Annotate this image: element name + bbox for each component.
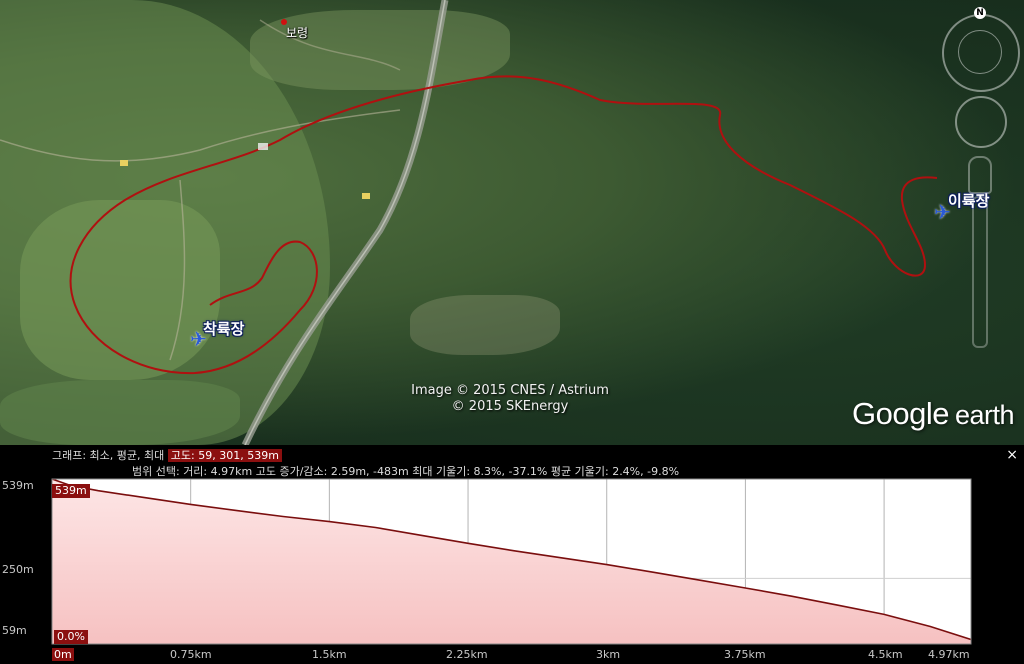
pegman-icon[interactable]: [968, 156, 992, 194]
map-overlay: [0, 0, 938, 445]
imagery-attribution: Image © 2015 CNES / Astrium © 2015 SKEne…: [411, 383, 609, 414]
x-tick-label: 0m: [52, 648, 74, 661]
slope-badge: 0.0%: [54, 630, 88, 644]
zoom-slider[interactable]: [972, 196, 988, 348]
highway-center: [244, 0, 446, 445]
x-tick-label: 3.75km: [724, 648, 766, 661]
elevation-chart[interactable]: [0, 445, 1024, 664]
map-view[interactable]: 보령 ✈ 착륙장 ✈ 이륙장 N Image © 2015 CNES / Ast…: [0, 0, 1024, 445]
look-control[interactable]: [955, 96, 1007, 148]
x-tick-label: 3km: [596, 648, 621, 661]
x-tick-label: 2.25km: [446, 648, 488, 661]
landing-site-label[interactable]: 착륙장: [203, 318, 244, 339]
building: [362, 193, 370, 199]
x-tick-label: 4.5km: [868, 648, 903, 661]
building: [120, 160, 128, 166]
local-road: [0, 109, 401, 162]
compass-inner[interactable]: [958, 30, 1002, 74]
x-tick-label: 1.5km: [312, 648, 347, 661]
building: [258, 143, 268, 150]
google-earth-logo: Google earth: [852, 396, 1015, 431]
x-tick-label: 4.97km: [928, 648, 970, 661]
start-elevation-badge: 539m: [52, 484, 90, 498]
compass-north-label: N: [974, 7, 986, 19]
local-road: [169, 179, 186, 361]
city-label[interactable]: 보령: [286, 24, 308, 41]
local-road: [259, 19, 401, 71]
x-tick-label: 0.75km: [170, 648, 212, 661]
elevation-profile-panel: 그래프: 최소, 평균, 최대 고도: 59, 301, 539m 범위 선택:…: [0, 445, 1024, 664]
highway: [241, 0, 449, 445]
